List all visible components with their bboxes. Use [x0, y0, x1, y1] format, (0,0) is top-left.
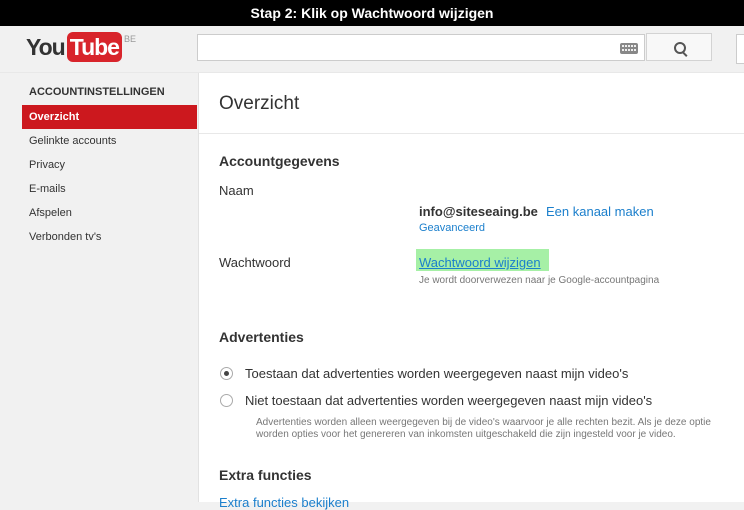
create-channel-link[interactable]: Een kanaal maken [546, 204, 654, 219]
sidebar-item-afspelen[interactable]: Afspelen [22, 201, 197, 225]
search-button[interactable] [646, 33, 712, 61]
settings-main: Overzicht Accountgegevens Naam info@site… [198, 73, 744, 510]
settings-sidebar: ACCOUNTINSTELLINGEN Overzicht Gelinkte a… [0, 73, 197, 502]
title-divider [199, 133, 744, 134]
youtube-logo[interactable]: You Tube BE [26, 32, 136, 62]
search-icon [674, 42, 686, 54]
logo-country-code: BE [123, 34, 136, 44]
ads-allow-label[interactable]: Toestaan dat advertenties worden weergeg… [245, 366, 628, 381]
logo-tube-text: Tube [66, 32, 122, 62]
ads-note-line1: Advertenties worden alleen weergegeven b… [256, 417, 711, 428]
ads-section-heading: Advertenties [219, 329, 304, 345]
extra-section-heading: Extra functies [219, 467, 312, 483]
ads-allow-radio[interactable] [220, 367, 233, 380]
advanced-link[interactable]: Geavanceerd [419, 222, 485, 234]
keyboard-icon[interactable] [620, 43, 638, 54]
extra-functions-link[interactable]: Extra functies bekijken [219, 495, 349, 510]
sidebar-item-verbonden-tvs[interactable]: Verbonden tv's [22, 225, 197, 249]
masthead: You Tube BE [0, 26, 744, 73]
sidebar-item-gelinkte-accounts[interactable]: Gelinkte accounts [22, 129, 197, 153]
ads-note-line2: worden opties voor het genereren van ink… [256, 429, 676, 440]
page-title: Overzicht [219, 93, 300, 114]
tutorial-caption: Stap 2: Klik op Wachtwoord wijzigen [0, 0, 744, 26]
sidebar-title: ACCOUNTINSTELLINGEN [29, 86, 165, 98]
account-section-heading: Accountgegevens [219, 153, 340, 169]
sidebar-item-emails[interactable]: E-mails [22, 177, 197, 201]
search-input[interactable] [197, 34, 645, 61]
logo-you-text: You [26, 34, 66, 60]
account-email: info@siteseaing.be [419, 204, 538, 219]
ads-note: Advertenties worden alleen weergegeven b… [256, 417, 711, 441]
password-redirect-note: Je wordt doorverwezen naar je Google-acc… [419, 275, 660, 286]
ads-disallow-label[interactable]: Niet toestaan dat advertenties worden we… [245, 393, 652, 408]
upload-button[interactable] [736, 34, 744, 64]
password-label: Wachtwoord [219, 255, 291, 270]
sidebar-item-overzicht[interactable]: Overzicht [22, 105, 197, 129]
sidebar-item-privacy[interactable]: Privacy [22, 153, 197, 177]
ads-disallow-radio[interactable] [220, 394, 233, 407]
change-password-link[interactable]: Wachtwoord wijzigen [419, 255, 541, 270]
name-label: Naam [219, 183, 254, 198]
